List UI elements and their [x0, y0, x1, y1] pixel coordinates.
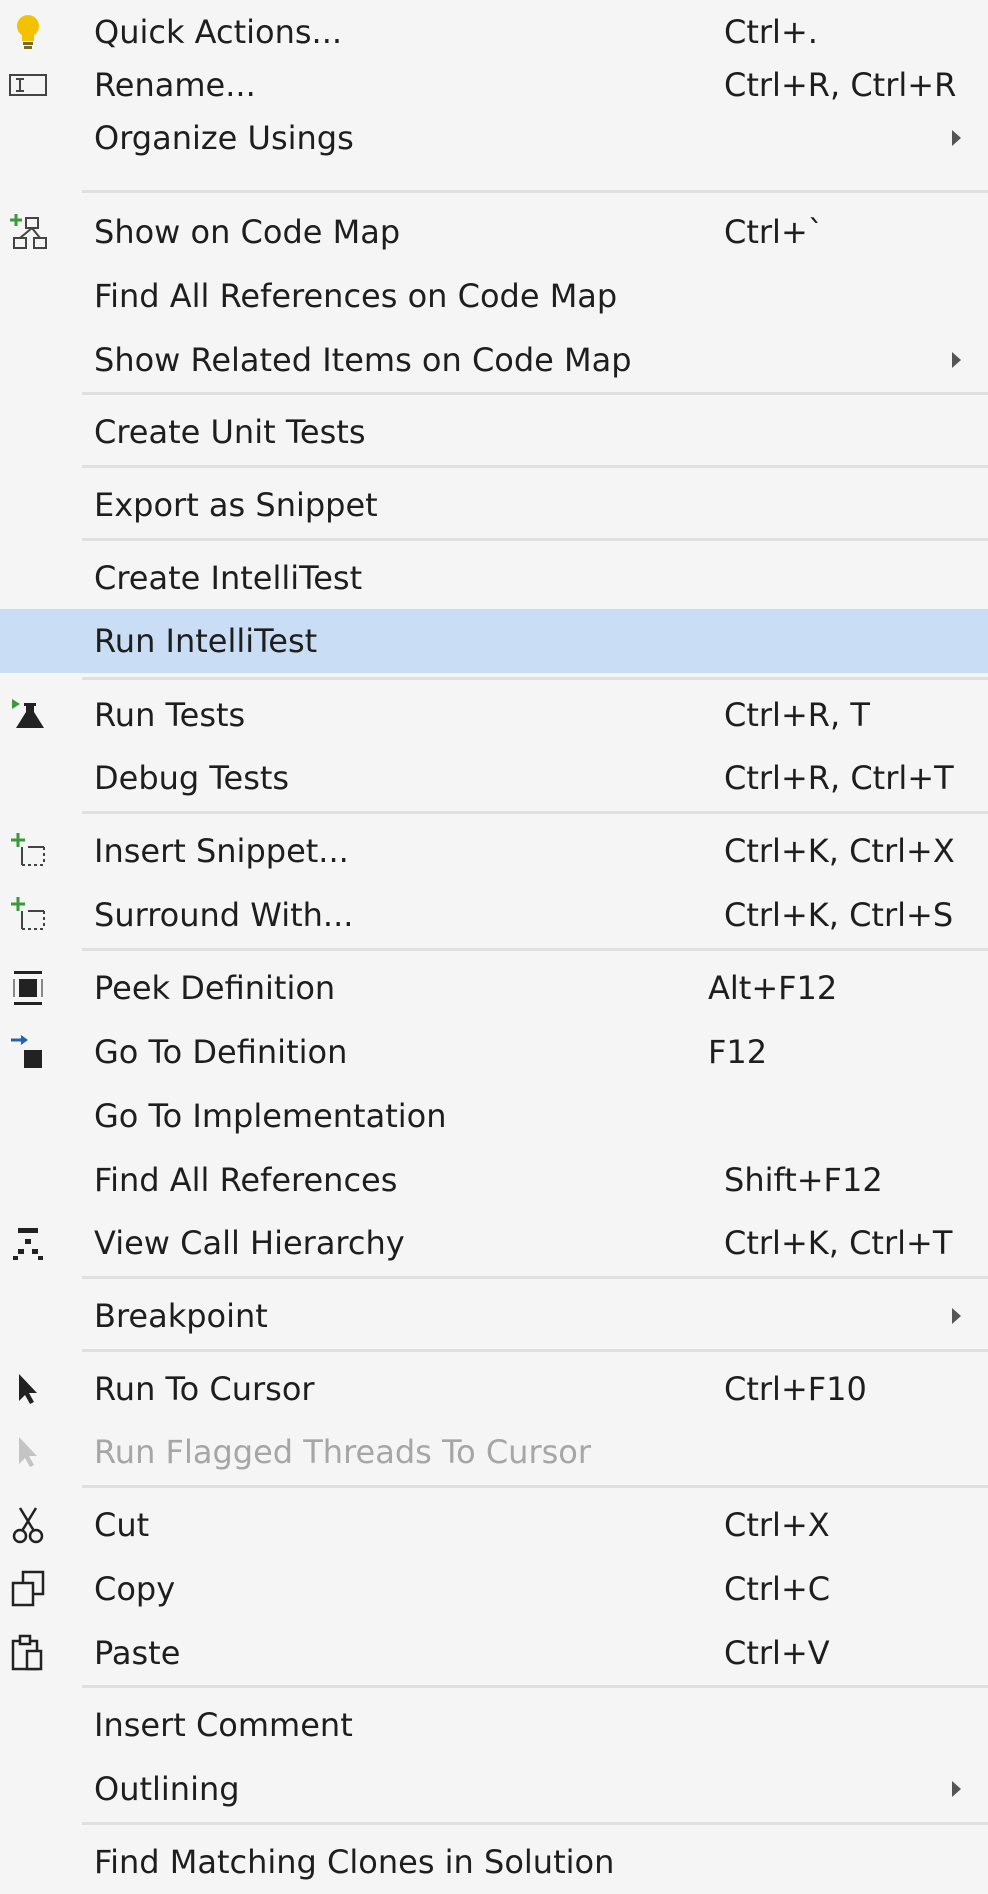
scissors-icon: [6, 1503, 50, 1547]
menu-item-label: Create Unit Tests: [94, 413, 366, 451]
menu-item-create-unit-tests[interactable]: Create Unit Tests: [0, 400, 988, 464]
menu-item-label: Run IntelliTest: [94, 622, 318, 660]
menu-item-label: Run Flagged Threads To Cursor: [94, 1433, 592, 1471]
menu-item-shortcut: Ctrl+K, Ctrl+T: [724, 1224, 953, 1262]
menu-item-find-all-references[interactable]: Find All References Shift+F12: [0, 1148, 988, 1212]
menu-item-find-matching-clones-in-solution[interactable]: Find Matching Clones in Solution: [0, 1830, 988, 1881]
menu-item-show-related-items-on-code-map[interactable]: Show Related Items on Code Map: [0, 328, 988, 392]
copy-icon: [6, 1567, 50, 1611]
menu-item-label: Run Tests: [94, 696, 246, 734]
menu-item-label: Cut: [94, 1506, 150, 1544]
insert-snippet-icon: [6, 829, 50, 873]
menu-item-shortcut: Ctrl+K, Ctrl+X: [724, 832, 955, 870]
menu-item-shortcut: Ctrl+K, Ctrl+S: [724, 896, 954, 934]
submenu-arrow-icon: [952, 1308, 961, 1324]
call-hierarchy-icon: [6, 1221, 50, 1265]
menu-item-show-on-code-map[interactable]: Show on Code Map Ctrl+`: [0, 200, 988, 264]
menu-item-breakpoint[interactable]: Breakpoint: [0, 1284, 988, 1348]
menu-separator: [82, 190, 988, 193]
menu-item-shortcut: Shift+F12: [724, 1161, 883, 1199]
menu-separator: [82, 1276, 988, 1279]
menu-separator: [82, 1349, 988, 1352]
menu-item-label: Go To Implementation: [94, 1097, 447, 1135]
menu-item-find-all-references-on-code-map[interactable]: Find All References on Code Map: [0, 264, 988, 328]
menu-item-label: Surround With...: [94, 896, 354, 934]
menu-separator: [82, 392, 988, 395]
menu-item-label: Find Matching Clones in Solution: [94, 1843, 615, 1881]
menu-item-paste[interactable]: Paste Ctrl+V: [0, 1621, 988, 1685]
menu-item-shortcut: F12: [708, 1033, 768, 1071]
rename-icon: [6, 63, 50, 107]
menu-separator: [82, 677, 988, 680]
menu-item-shortcut: Alt+F12: [708, 969, 838, 1007]
menu-item-label: Breakpoint: [94, 1297, 268, 1335]
menu-separator: [82, 948, 988, 951]
menu-item-label: Insert Comment: [94, 1706, 353, 1744]
code-map-icon: [6, 210, 50, 254]
menu-item-label: Find All References: [94, 1161, 398, 1199]
menu-item-label: Show Related Items on Code Map: [94, 341, 632, 379]
menu-item-shortcut: Ctrl+V: [724, 1634, 830, 1672]
menu-item-cut[interactable]: Cut Ctrl+X: [0, 1493, 988, 1557]
menu-item-label: Go To Definition: [94, 1033, 348, 1071]
surround-with-icon: [6, 893, 50, 937]
run-tests-icon: [6, 693, 50, 737]
menu-item-label: Run To Cursor: [94, 1370, 315, 1408]
submenu-arrow-icon: [952, 352, 961, 368]
menu-item-run-flagged-threads-to-cursor: Run Flagged Threads To Cursor: [0, 1420, 988, 1484]
cursor-icon: [6, 1367, 50, 1411]
menu-item-label: Show on Code Map: [94, 213, 401, 251]
menu-item-create-intellitest[interactable]: Create IntelliTest: [0, 546, 988, 610]
menu-item-label: Export as Snippet: [94, 486, 378, 524]
menu-item-shortcut: Ctrl+X: [724, 1506, 830, 1544]
menu-separator: [82, 1485, 988, 1488]
submenu-arrow-icon: [952, 130, 961, 146]
menu-separator: [82, 538, 988, 541]
menu-item-copy[interactable]: Copy Ctrl+C: [0, 1557, 988, 1621]
menu-separator: [82, 1822, 988, 1825]
menu-item-shortcut: Ctrl+R, T: [724, 696, 870, 734]
menu-separator: [82, 811, 988, 814]
go-to-definition-icon: [6, 1030, 50, 1074]
submenu-arrow-icon: [952, 1781, 961, 1797]
menu-separator: [82, 1685, 988, 1688]
menu-item-go-to-implementation[interactable]: Go To Implementation: [0, 1084, 988, 1148]
menu-item-label: Outlining: [94, 1770, 240, 1808]
context-menu: Quick Actions... Ctrl+. Rename... Ctrl+R…: [0, 0, 988, 1881]
menu-separator: [82, 465, 988, 468]
menu-item-shortcut: Ctrl+R, Ctrl+T: [724, 759, 954, 797]
menu-item-insert-comment[interactable]: Insert Comment: [0, 1693, 988, 1757]
menu-item-run-to-cursor[interactable]: Run To Cursor Ctrl+F10: [0, 1357, 988, 1421]
menu-item-peek-definition[interactable]: Peek Definition Alt+F12: [0, 956, 988, 1020]
menu-item-outlining[interactable]: Outlining: [0, 1757, 988, 1821]
menu-item-view-call-hierarchy[interactable]: View Call Hierarchy Ctrl+K, Ctrl+T: [0, 1211, 988, 1275]
paste-icon: [6, 1631, 50, 1675]
menu-item-shortcut: Ctrl+F10: [724, 1370, 867, 1408]
menu-item-surround-with[interactable]: Surround With... Ctrl+K, Ctrl+S: [0, 883, 988, 947]
menu-item-label: Copy: [94, 1570, 176, 1608]
menu-item-shortcut: Ctrl+`: [724, 213, 824, 251]
menu-item-shortcut: Ctrl+C: [724, 1570, 831, 1608]
menu-item-debug-tests[interactable]: Debug Tests Ctrl+R, Ctrl+T: [0, 746, 988, 810]
menu-item-label: Peek Definition: [94, 969, 336, 1007]
menu-item-go-to-definition[interactable]: Go To Definition F12: [0, 1020, 988, 1084]
menu-item-label: Organize Usings: [94, 119, 354, 157]
menu-item-label: Paste: [94, 1634, 181, 1672]
menu-item-insert-snippet[interactable]: Insert Snippet... Ctrl+K, Ctrl+X: [0, 819, 988, 883]
menu-item-label: Find All References on Code Map: [94, 277, 618, 315]
menu-item-label: Debug Tests: [94, 759, 290, 797]
menu-item-run-intellitest[interactable]: Run IntelliTest: [0, 609, 988, 673]
menu-item-organize-usings[interactable]: Organize Usings: [0, 106, 988, 170]
cursor-disabled-icon: [6, 1430, 50, 1474]
lightbulb-icon: [6, 10, 50, 54]
menu-item-export-as-snippet[interactable]: Export as Snippet: [0, 473, 988, 537]
menu-item-label: Create IntelliTest: [94, 559, 363, 597]
menu-item-label: Insert Snippet...: [94, 832, 349, 870]
menu-item-label: View Call Hierarchy: [94, 1224, 405, 1262]
menu-item-run-tests[interactable]: Run Tests Ctrl+R, T: [0, 683, 988, 747]
peek-definition-icon: [6, 966, 50, 1010]
